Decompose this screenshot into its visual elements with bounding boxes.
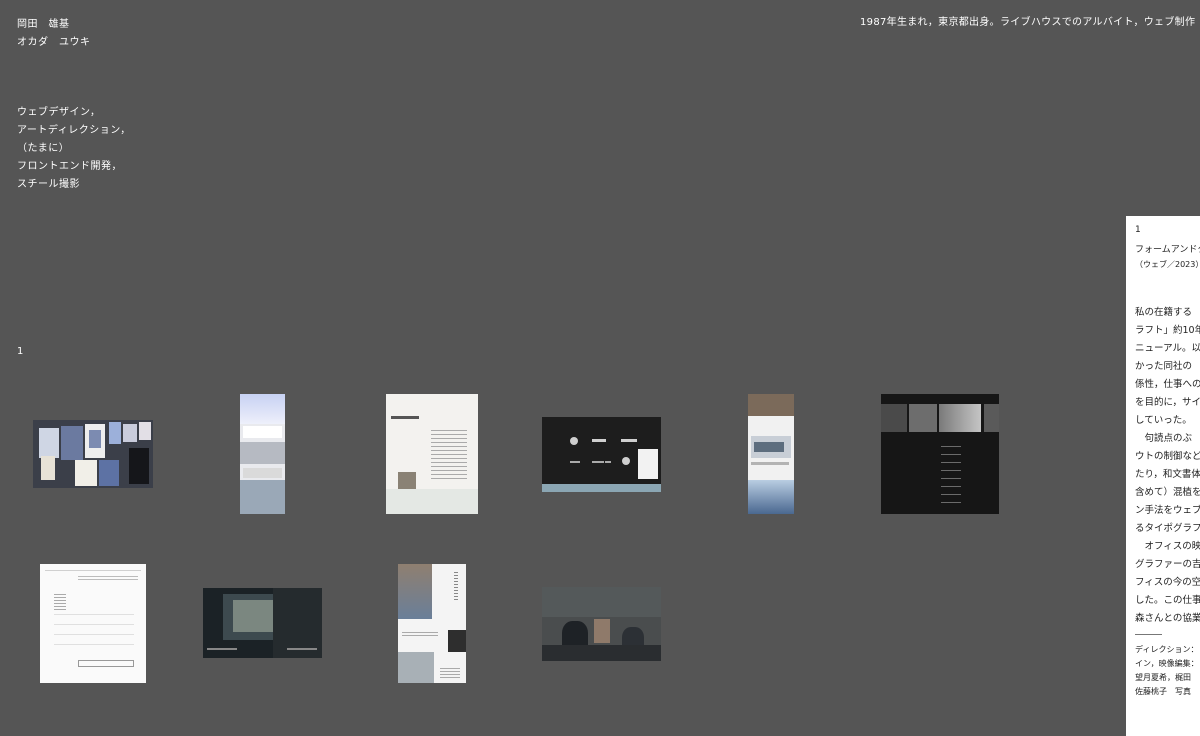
detail-body-line: 私の在籍する xyxy=(1135,307,1193,318)
name-kana: オカダ ユウキ xyxy=(17,37,91,48)
profile-name: 岡田 雄基 オカダ ユウキ xyxy=(17,16,91,52)
role-item: アートディレクション， xyxy=(17,125,131,136)
work-thumbnail-3[interactable] xyxy=(386,394,478,514)
role-item: スチール撮影 xyxy=(17,179,80,190)
detail-meta: （ウェブ／2023） xyxy=(1135,260,1200,269)
role-item: ウェブデザイン， xyxy=(17,107,101,118)
name-kanji: 岡田 雄基 xyxy=(17,19,70,30)
work-thumbnail-2[interactable] xyxy=(240,394,285,514)
work-thumbnail-1[interactable] xyxy=(33,420,153,488)
detail-credits: ディレクション： イン，映像編集： 望月夏希，梶田 佐藤桃子 写真 xyxy=(1135,643,1199,699)
work-thumbnail-10[interactable] xyxy=(542,587,661,661)
detail-body-line: 句読点のぶ xyxy=(1135,433,1193,444)
detail-body-line: ン手法をウェブ xyxy=(1135,505,1200,516)
work-thumbnail-8[interactable] xyxy=(203,588,322,658)
detail-body-line: していった。 xyxy=(1135,415,1192,426)
work-thumbnail-4[interactable] xyxy=(542,417,661,492)
detail-body-line: フィスの今の空 xyxy=(1135,577,1200,588)
detail-body-line: ウトの制御など xyxy=(1135,451,1200,462)
credits-divider xyxy=(1135,634,1162,635)
detail-body-line: かった同社の xyxy=(1135,361,1193,372)
work-detail-panel[interactable]: 1 フォームアンドク （ウェブ／2023） 私の在籍する ラフト」約10年 ニュ… xyxy=(1126,216,1200,736)
detail-body-line: 森さんとの協業 xyxy=(1135,613,1200,624)
detail-body-line: ラフト」約10年 xyxy=(1135,325,1200,336)
credit-line: イン，映像編集： xyxy=(1135,659,1199,668)
work-thumbnail-5[interactable] xyxy=(748,394,794,514)
role-item: （たまに） xyxy=(17,143,70,154)
detail-body: 私の在籍する ラフト」約10年 ニューアル。以 かった同社の 係性，仕事への を… xyxy=(1135,304,1200,628)
detail-body-line: たり，和文書体 xyxy=(1135,469,1200,480)
detail-body-line: ニューアル。以 xyxy=(1135,343,1200,354)
detail-body-line: 係性，仕事への xyxy=(1135,379,1200,390)
roles-list: ウェブデザイン， アートディレクション， （たまに） フロントエンド開発， スチ… xyxy=(17,104,131,194)
detail-title: フォームアンドク xyxy=(1135,245,1200,255)
credit-line: 佐藤桃子 写真 xyxy=(1135,687,1191,696)
credit-line: ディレクション： xyxy=(1135,645,1199,654)
detail-body-line: グラファーの吉 xyxy=(1135,559,1200,570)
detail-body-line: 含めて）混植を xyxy=(1135,487,1200,498)
work-thumbnail-6[interactable] xyxy=(881,394,999,514)
detail-number: 1 xyxy=(1135,225,1141,235)
credit-line: 望月夏希，梶田 xyxy=(1135,673,1191,682)
works-index-number: 1 xyxy=(17,346,24,357)
detail-body-line: した。この仕事 xyxy=(1135,595,1200,606)
role-item: フロントエンド開発， xyxy=(17,161,122,172)
profile-bio: 1987年生まれ，東京都出身。ライブハウスでのアルバイト，ウェブ制作（･ᴗ･） xyxy=(860,17,1200,28)
detail-body-line: オフィスの映 xyxy=(1135,541,1200,552)
work-thumbnail-7[interactable] xyxy=(40,564,146,683)
detail-body-line: るタイポグラフ xyxy=(1135,523,1200,534)
work-thumbnail-9[interactable] xyxy=(398,564,466,683)
detail-body-line: を目的に，サイト xyxy=(1135,397,1200,408)
